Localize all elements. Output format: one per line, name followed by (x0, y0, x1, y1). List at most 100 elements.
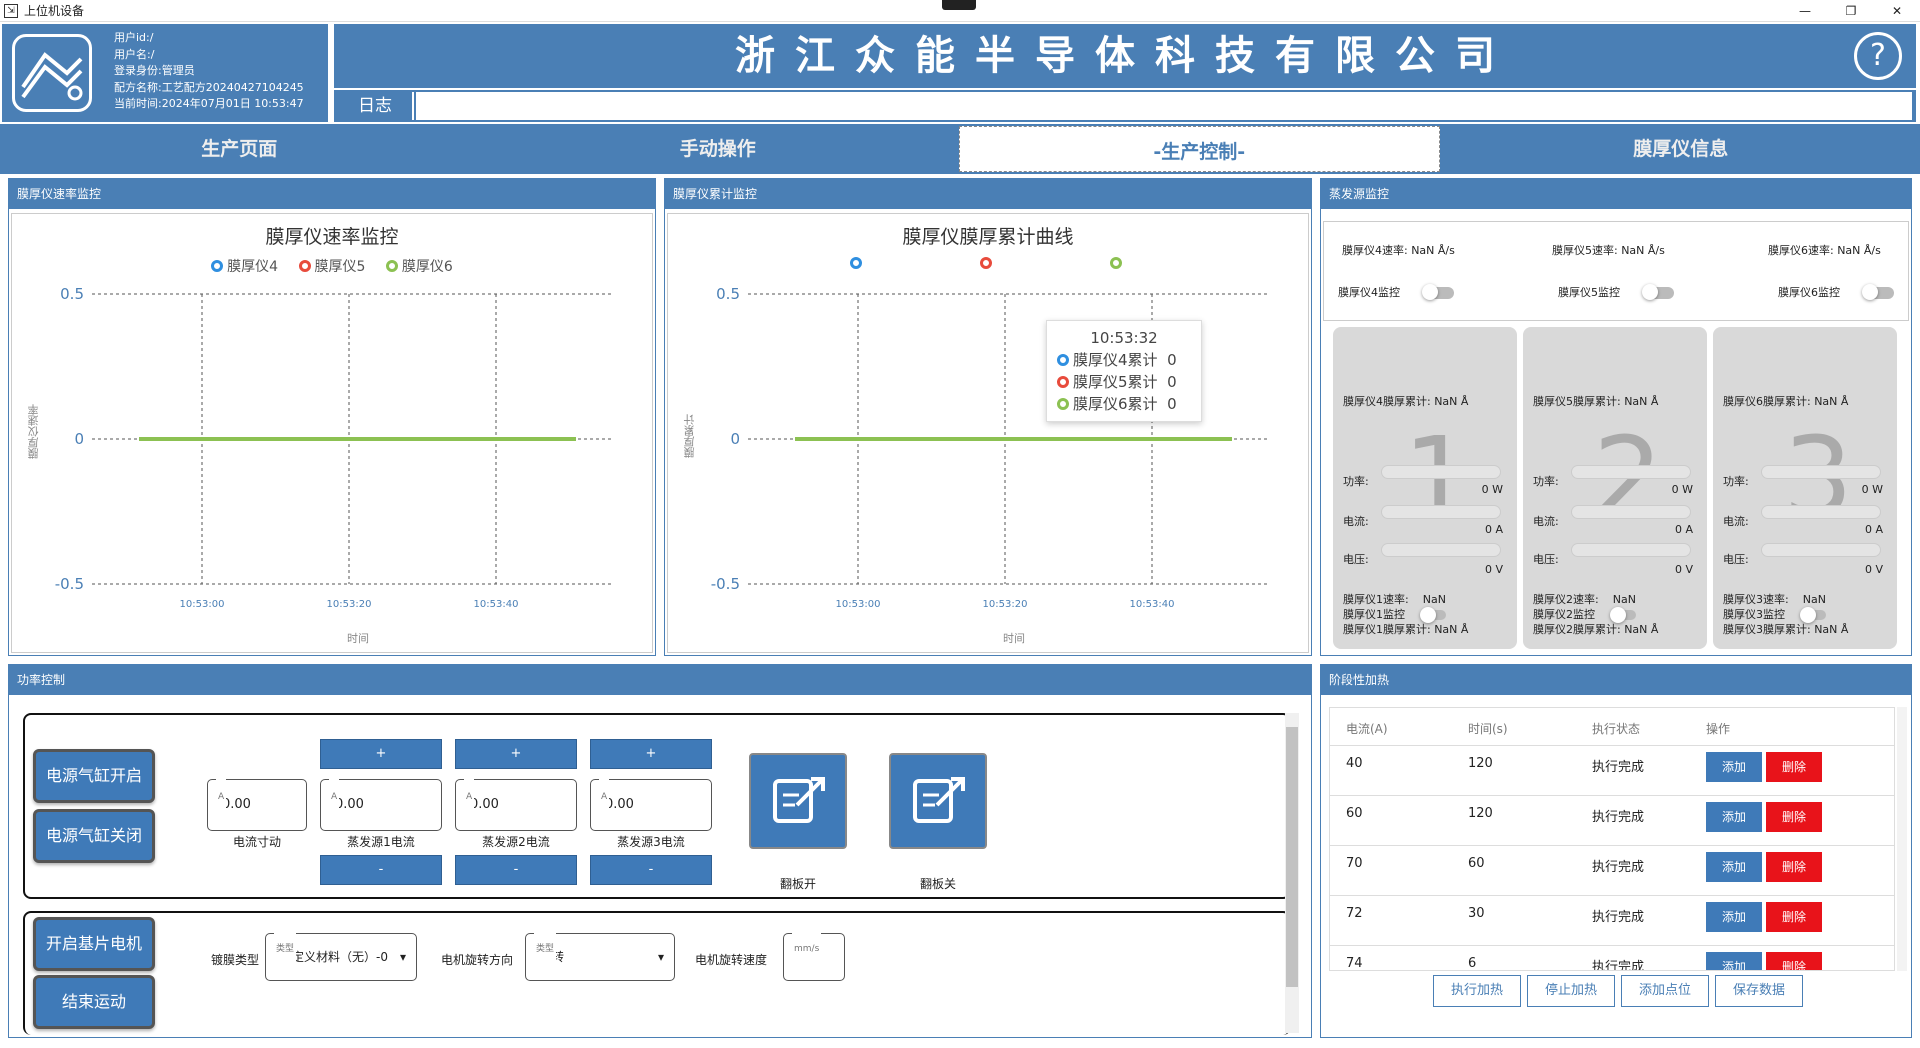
row-delete-button[interactable]: 删除 (1766, 852, 1822, 882)
cell-time: 6 (1468, 956, 1477, 971)
scrollbar-thumb[interactable] (1286, 727, 1298, 987)
y-tick-label: 0 (730, 430, 740, 448)
stop-heating-button[interactable]: 停止加热 (1527, 975, 1615, 1007)
voltage-value: 0 V (1484, 563, 1503, 576)
source1-current-input[interactable]: A 0.00 (320, 772, 442, 831)
user-name: 用户名:/ (114, 47, 155, 61)
maximize-button[interactable]: ❐ (1828, 0, 1874, 22)
monitor-toggle-6[interactable]: 膜厚仪6监控 (1778, 284, 1895, 300)
coat-type-select[interactable]: 类型 自定义材料（无）-0 ▾ (265, 926, 417, 981)
table-row: 40 120 执行完成 添加 删除 (1330, 746, 1894, 796)
table-header: 电流(A) 时间(s) 执行状态 操作 (1330, 708, 1894, 746)
source3-minus-button[interactable]: - (590, 855, 712, 885)
source3-current-input[interactable]: A 0.00 (590, 772, 712, 831)
add-point-button[interactable]: 添加点位 (1621, 975, 1709, 1007)
log-tab[interactable]: 日志 (338, 92, 414, 120)
tab-production-page[interactable]: 生产页面 (0, 124, 479, 174)
row-delete-button[interactable]: 删除 (1766, 902, 1822, 932)
company-logo-icon (12, 34, 92, 112)
monitor-row[interactable]: 膜厚仪1监控 (1343, 606, 1447, 623)
cell-status: 执行完成 (1592, 760, 1645, 775)
rotation-speed-label: 电机旋转速度 (695, 953, 768, 967)
source2-plus-button[interactable]: + (455, 739, 577, 769)
current-jog-input[interactable]: A 0.00 (207, 772, 307, 831)
select-value: 自定义材料（无）-0 (280, 950, 388, 964)
stop-motion-button[interactable]: 结束运动 (33, 975, 155, 1029)
toggle-switch[interactable] (1642, 284, 1675, 300)
monitor-row[interactable]: 膜厚仪2监控 (1533, 606, 1637, 623)
unit-label: A (599, 772, 610, 822)
execute-heating-button[interactable]: 执行加热 (1433, 975, 1521, 1007)
toggle-switch[interactable] (1800, 607, 1827, 623)
power-value: 0 W (1481, 483, 1503, 496)
start-substrate-motor-button[interactable]: 开启基片电机 (33, 917, 155, 971)
input-value: 0.00 (470, 797, 499, 812)
toggle-switch[interactable] (1610, 607, 1637, 623)
cell-time: 120 (1468, 806, 1493, 821)
cell-status: 执行完成 (1592, 910, 1645, 925)
app-icon: ⇲ (4, 3, 18, 18)
y-tick-label: 0.5 (716, 285, 740, 303)
x-tick-label: 10:53:40 (1130, 599, 1175, 610)
log-field[interactable] (416, 92, 1912, 120)
input-caption: 蒸发源1电流 (347, 835, 415, 849)
monitor-row[interactable]: 膜厚仪3监控 (1723, 606, 1827, 623)
x-axis-label: 时间 (347, 632, 369, 645)
source2-minus-button[interactable]: - (455, 855, 577, 885)
unit-label: A (216, 772, 227, 822)
x-tick-label: 10:53:00 (836, 599, 881, 610)
rate-value: NaN (1612, 593, 1636, 606)
cumulative-readout: 膜厚仪5膜厚累计: NaN Å (1533, 395, 1659, 408)
source3-plus-button[interactable]: + (590, 739, 712, 769)
flip-open-button[interactable] (749, 753, 847, 849)
toggle-switch[interactable] (1420, 607, 1447, 623)
monitor-label: 膜厚仪3监控 (1723, 608, 1785, 621)
cell-status: 执行完成 (1592, 810, 1645, 825)
row-delete-button[interactable]: 删除 (1766, 802, 1822, 832)
current-bar (1571, 505, 1691, 519)
source1-minus-button[interactable]: - (320, 855, 442, 885)
row-add-button[interactable]: 添加 (1706, 752, 1762, 782)
rotation-speed-input[interactable]: mm/s10 (783, 926, 845, 981)
close-button[interactable]: ✕ (1874, 0, 1920, 22)
unit-label: A (329, 772, 340, 822)
help-button[interactable]: ? (1854, 32, 1902, 80)
source1-plus-button[interactable]: + (320, 739, 442, 769)
toggle-switch[interactable] (1862, 284, 1895, 300)
monitor-label: 膜厚仪5监控 (1558, 286, 1620, 299)
monitor-label: 膜厚仪1监控 (1343, 608, 1405, 621)
scrollbar[interactable] (1285, 713, 1299, 1033)
voltage-label: 电压: (1533, 553, 1559, 566)
col-current: 电流(A) (1346, 722, 1388, 736)
power-cylinder-close-button[interactable]: 电源气缸关闭 (33, 809, 155, 863)
save-data-button[interactable]: 保存数据 (1715, 975, 1803, 1007)
source2-current-input[interactable]: A 0.00 (455, 772, 577, 831)
tab-manual-operation[interactable]: 手动操作 (479, 124, 958, 174)
toggle-switch[interactable] (1422, 284, 1455, 300)
flip-close-button[interactable] (889, 753, 987, 849)
row-delete-button[interactable]: 删除 (1766, 752, 1822, 782)
monitor-toggle-5[interactable]: 膜厚仪5监控 (1558, 284, 1675, 300)
tab-production-control[interactable]: -生产控制- (959, 126, 1440, 172)
field-hint: 类型 (534, 926, 557, 972)
table-scrollbar[interactable] (1897, 707, 1907, 971)
power-group-box: 电源气缸开启 电源气缸关闭 A 0.00 电流寸动 + A 0.00 蒸发源1电流 … (23, 713, 1291, 899)
user-info-header: 用户id:/ 用户名:/ 登录身份:管理员 配方名称:工艺配方202404271… (2, 24, 328, 122)
monitor-toggle-4[interactable]: 膜厚仪4监控 (1338, 284, 1455, 300)
row-add-button[interactable]: 添加 (1706, 902, 1762, 932)
minimize-button[interactable]: — (1782, 0, 1828, 22)
row-add-button[interactable]: 添加 (1706, 952, 1762, 970)
power-cylinder-open-button[interactable]: 电源气缸开启 (33, 749, 155, 803)
cumulative-readout: 膜厚仪6膜厚累计: NaN Å (1723, 395, 1849, 408)
row-delete-button[interactable]: 删除 (1766, 952, 1822, 970)
input-caption: 电流寸动 (232, 835, 281, 849)
row-add-button[interactable]: 添加 (1706, 802, 1762, 832)
tooltip-value: 0 (1167, 373, 1177, 391)
row-add-button[interactable]: 添加 (1706, 852, 1762, 882)
company-name: 浙江众能半导体科技有限公司 (735, 33, 1515, 79)
rotation-direction-select[interactable]: 类型正转▾ (525, 926, 675, 981)
cumulative-readout-2: 膜厚仪1膜厚累计: NaN Å (1343, 623, 1469, 636)
input-caption: 蒸发源2电流 (482, 835, 550, 849)
cell-time: 60 (1468, 856, 1485, 871)
tab-thickness-info[interactable]: 膜厚仪信息 (1442, 124, 1920, 174)
